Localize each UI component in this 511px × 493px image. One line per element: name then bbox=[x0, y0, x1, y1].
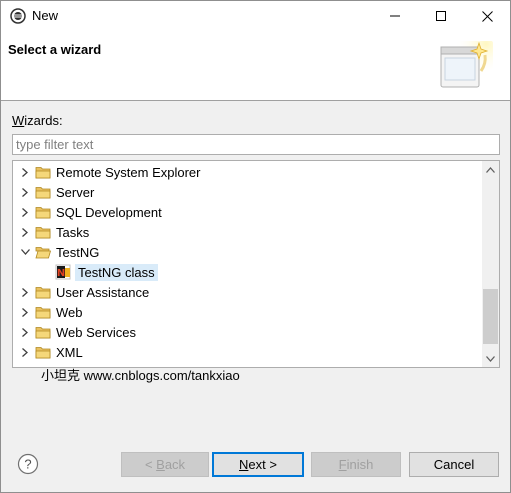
finish-button[interactable]: Finish bbox=[311, 452, 401, 477]
wizard-tree[interactable]: Remote System Explorer Server SQL Developm… bbox=[12, 160, 500, 368]
folder-icon bbox=[35, 167, 51, 179]
scroll-thumb[interactable] bbox=[483, 289, 498, 344]
folder-icon bbox=[35, 307, 51, 319]
title-bar: New bbox=[1, 1, 510, 31]
minimize-icon bbox=[390, 15, 400, 17]
scroll-down-button[interactable] bbox=[482, 350, 499, 367]
wizards-label: Wizards: bbox=[12, 113, 63, 128]
watermark-text: 小坦克 www.cnblogs.com/tankxiao bbox=[41, 368, 240, 383]
tree-item-label: XML bbox=[56, 344, 83, 360]
filter-input[interactable] bbox=[12, 134, 500, 155]
tree-item-label: Remote System Explorer bbox=[56, 164, 201, 180]
chevron-right-icon[interactable] bbox=[19, 302, 31, 322]
scroll-up-button[interactable] bbox=[482, 161, 499, 178]
chevron-right-icon[interactable] bbox=[19, 282, 31, 302]
folder-icon bbox=[35, 287, 51, 299]
chevron-down-icon bbox=[486, 355, 495, 362]
folder-icon bbox=[35, 187, 51, 199]
chevron-down-icon[interactable] bbox=[19, 242, 31, 262]
cancel-button[interactable]: Cancel bbox=[409, 452, 499, 477]
tree-item-label: SQL Development bbox=[56, 204, 162, 220]
close-button[interactable] bbox=[464, 1, 510, 31]
tree-folder-item[interactable]: XML bbox=[13, 342, 483, 362]
tree-folder-item[interactable]: TestNG bbox=[13, 242, 483, 262]
chevron-right-icon[interactable] bbox=[19, 182, 31, 202]
tree-item-label: TestNG bbox=[56, 244, 100, 260]
tree-item-label: Web Services bbox=[56, 324, 136, 340]
chevron-right-icon[interactable] bbox=[19, 222, 31, 242]
chevron-right-icon[interactable] bbox=[19, 322, 31, 342]
svg-text:N: N bbox=[57, 268, 65, 279]
svg-text:?: ? bbox=[24, 457, 31, 472]
wizard-banner: Select a wizard bbox=[1, 31, 510, 101]
page-title: Select a wizard bbox=[8, 42, 102, 57]
eclipse-icon bbox=[10, 8, 26, 24]
tree-item-label: Server bbox=[56, 184, 95, 200]
folder-open-icon bbox=[35, 247, 51, 259]
chevron-right-icon[interactable] bbox=[19, 162, 31, 182]
folder-icon bbox=[35, 347, 51, 359]
tree-item-label: User Assistance bbox=[56, 284, 150, 300]
vertical-scrollbar[interactable] bbox=[482, 161, 499, 367]
tree-folder-item[interactable]: Server bbox=[13, 182, 483, 202]
folder-icon bbox=[35, 207, 51, 219]
tree-item-label: TestNG class bbox=[75, 263, 158, 281]
tree-item-label: Web bbox=[56, 304, 83, 320]
tree-folder-item[interactable]: Remote System Explorer bbox=[13, 162, 483, 182]
help-icon[interactable]: ? bbox=[17, 453, 39, 475]
minimize-button[interactable] bbox=[372, 1, 418, 31]
chevron-up-icon bbox=[486, 166, 495, 173]
tree-child-item[interactable]: N TestNG class bbox=[13, 262, 483, 282]
maximize-icon bbox=[436, 11, 446, 21]
window-title: New bbox=[32, 8, 59, 23]
tree-item-label: Tasks bbox=[56, 224, 90, 240]
maximize-button[interactable] bbox=[418, 1, 464, 31]
folder-icon bbox=[35, 227, 51, 239]
folder-icon bbox=[35, 327, 51, 339]
close-icon bbox=[481, 10, 493, 22]
chevron-right-icon[interactable] bbox=[19, 202, 31, 222]
tree-folder-item[interactable]: Web Services bbox=[13, 322, 483, 342]
new-wizard-banner-icon bbox=[440, 41, 493, 88]
chevron-right-icon[interactable] bbox=[19, 342, 31, 362]
new-wizard-dialog: New Select a wizard Wizards: type filter… bbox=[0, 0, 511, 493]
tree-folder-item[interactable]: User Assistance bbox=[13, 282, 483, 302]
tree-folder-item[interactable]: SQL Development bbox=[13, 202, 483, 222]
next-button[interactable]: Next > bbox=[212, 452, 304, 477]
tree-folder-item[interactable]: Web bbox=[13, 302, 483, 322]
tree-folder-item[interactable]: Tasks bbox=[13, 222, 483, 242]
back-button[interactable]: < Back bbox=[121, 452, 209, 477]
testng-class-icon: N bbox=[55, 264, 71, 280]
